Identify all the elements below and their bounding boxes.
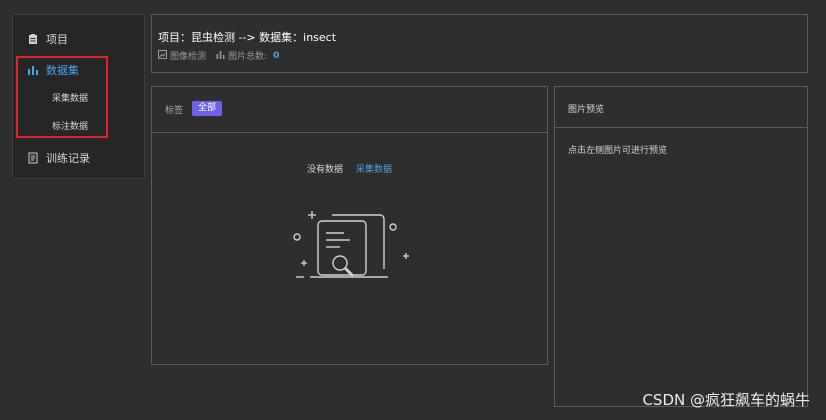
empty-documents-illustration-icon [288, 205, 418, 291]
collect-data-link[interactable]: 采集数据 [356, 165, 392, 175]
image-total-label: 图片总数: [228, 52, 268, 62]
preview-title: 图片预览 [568, 105, 605, 115]
tag-label: 标签 [165, 106, 184, 116]
image-preview-panel: 图片预览 点击左侧图片可进行预览 [554, 86, 808, 407]
detection-type: 图像检测 [158, 49, 206, 62]
empty-text: 没有数据 [307, 165, 344, 175]
header-meta: 图像检测 图片总数: 0 [158, 49, 279, 62]
preview-hint: 点击左侧图片可进行预览 [568, 146, 668, 156]
tag-filter-bar: 标签 全部 [152, 87, 547, 133]
page-title: 项目：昆虫检测 --> 数据集：insect [158, 31, 337, 44]
project-header: 项目：昆虫检测 --> 数据集：insect 图像检测 图片总数: 0 [151, 14, 808, 73]
watermark: CSDN @疯狂飙车的蜗牛 [642, 391, 810, 409]
highlight-annotation-box [16, 56, 108, 138]
sidebar-item-label: 项目 [46, 33, 68, 46]
sidebar-item-label: 训练记录 [46, 152, 90, 165]
image-total-count: 0 [273, 50, 280, 61]
data-panel: 标签 全部 没有数据 采集数据 [151, 86, 548, 365]
sidebar-item-training-records[interactable]: 训练记录 [27, 150, 90, 166]
bar-chart-icon [216, 50, 225, 62]
image-total: 图片总数: 0 [216, 49, 279, 62]
tag-all-button[interactable]: 全部 [192, 101, 223, 116]
clipboard-icon [27, 33, 39, 45]
sidebar-item-project[interactable]: 项目 [27, 31, 68, 47]
empty-state-message: 没有数据 采集数据 [152, 162, 547, 175]
detection-type-label: 图像检测 [170, 52, 207, 62]
image-icon [158, 49, 167, 62]
document-icon [27, 152, 39, 164]
preview-header: 图片预览 [555, 87, 807, 128]
